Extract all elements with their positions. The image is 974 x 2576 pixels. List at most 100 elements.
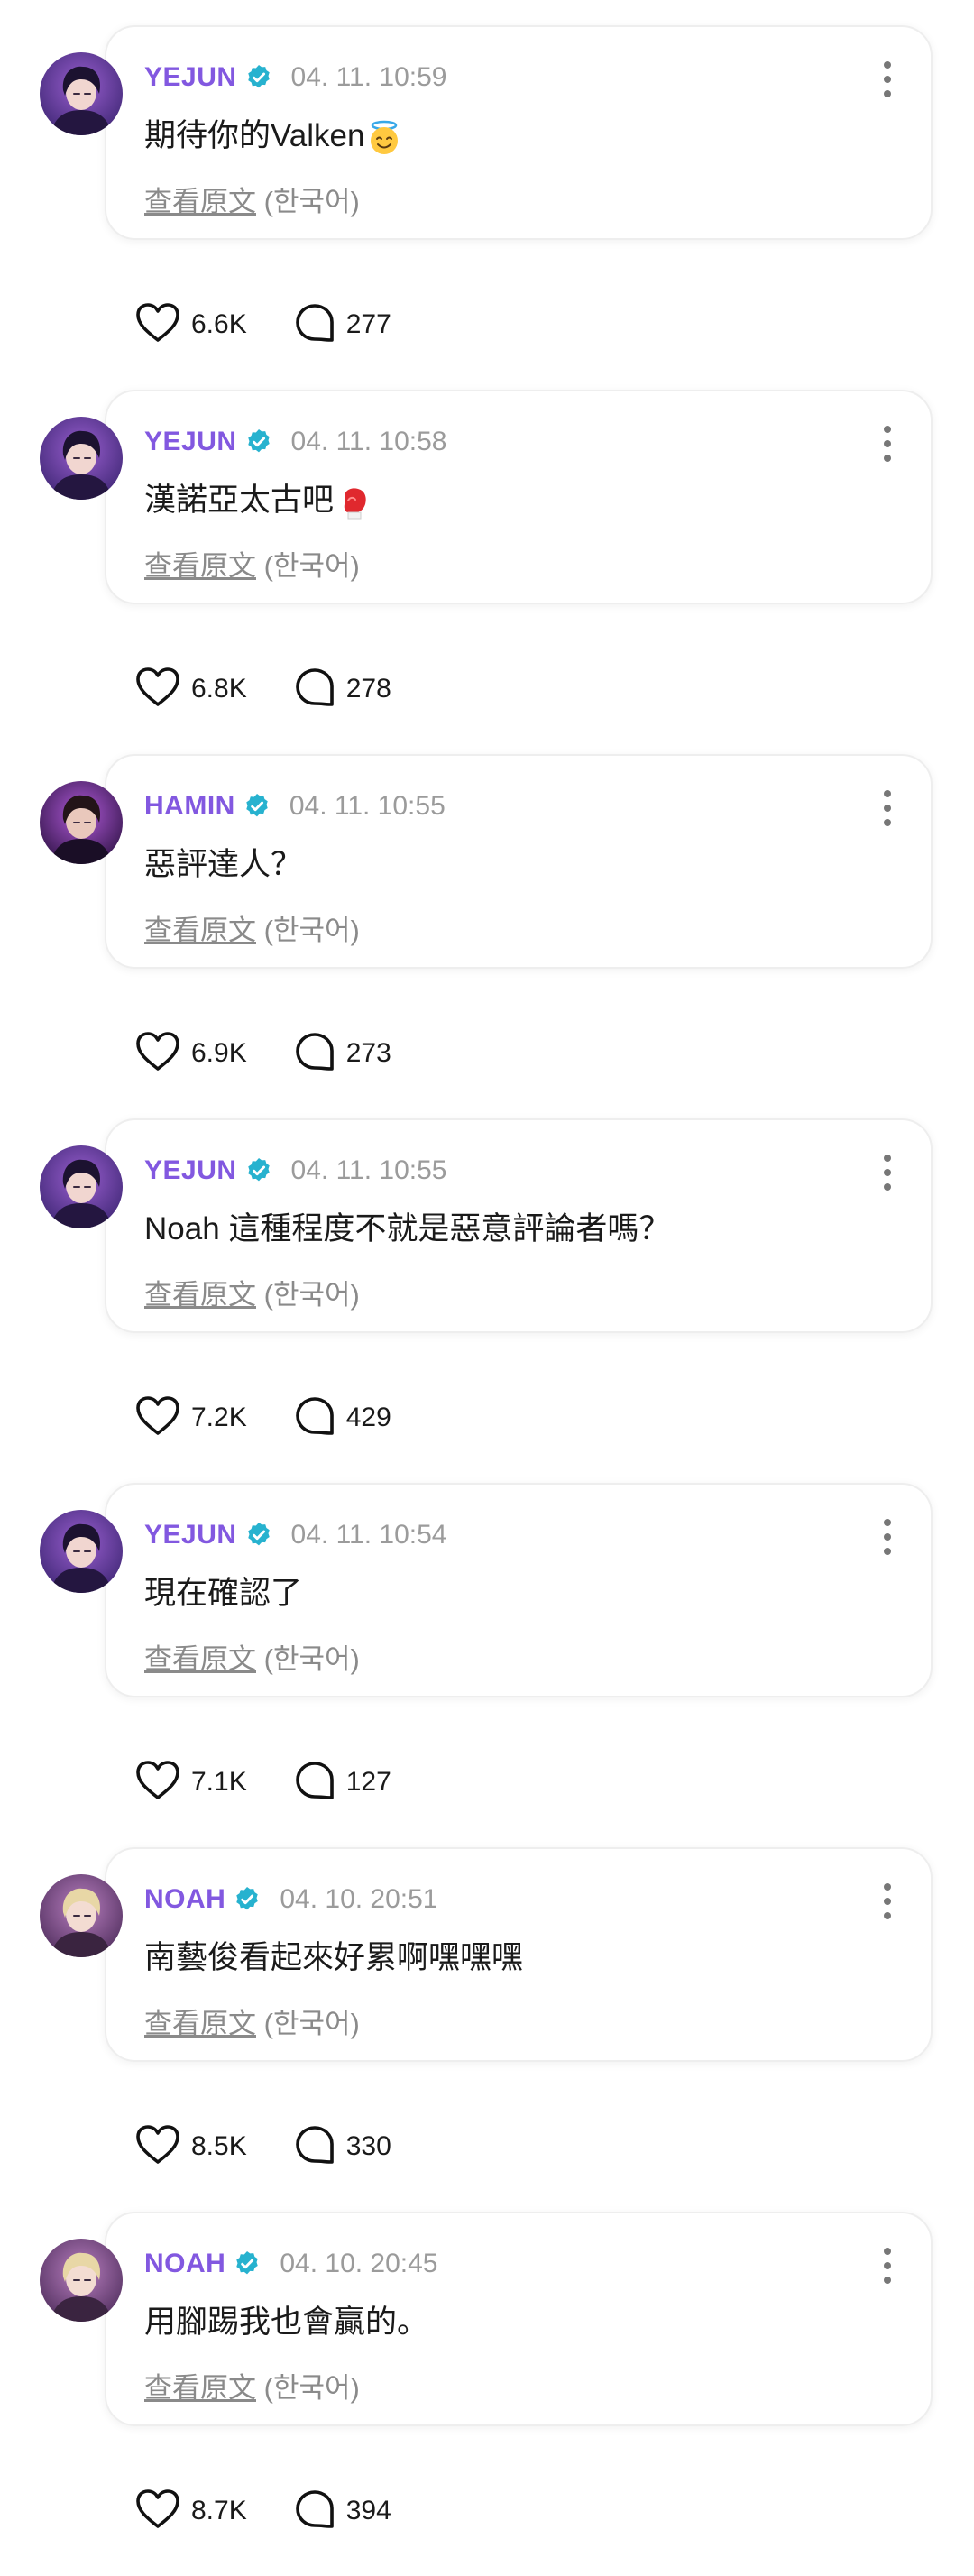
post-actions: 6.8K 278 (135, 662, 391, 716)
heart-icon (135, 1395, 180, 1441)
like-count: 8.5K (191, 2131, 247, 2161)
more-options-icon[interactable] (878, 61, 896, 97)
comment-bubble[interactable]: NOAH 04. 10. 20:51 南藝俊看起來好累啊嘿嘿嘿 查看原文 (한국… (105, 1847, 933, 2062)
comment-bubble[interactable]: YEJUN 04. 11. 10:54 現在確認了 查看原文 (한국어) (105, 1483, 933, 1697)
comment-post: NOAH 04. 10. 20:51 南藝俊看起來好累啊嘿嘿嘿 查看原文 (한국… (0, 1847, 974, 2212)
translation-info: 查看原文 (한국어) (144, 543, 360, 584)
username[interactable]: NOAH (144, 2249, 225, 2279)
username[interactable]: YEJUN (144, 1155, 237, 1186)
comment-text-content: 現在確認了 (144, 1576, 303, 1611)
like-button[interactable]: 6.9K (135, 1031, 247, 1077)
verified-badge-icon (244, 63, 273, 92)
username[interactable]: HAMIN (144, 791, 235, 822)
comment-text-content: 用腳踢我也會贏的。 (144, 2305, 429, 2340)
post-header: HAMIN 04. 11. 10:55 (144, 788, 446, 824)
avatar-yejun[interactable] (40, 1145, 123, 1228)
original-language-label: (한국어) (263, 1279, 360, 1311)
smiling-face-with-halo-emoji (366, 120, 402, 156)
comment-text: 惡評達人？ (144, 839, 302, 885)
view-original-link[interactable]: 查看原文 (144, 2372, 256, 2404)
reply-count: 278 (345, 674, 391, 704)
comment-bubble-icon (294, 1760, 335, 1806)
like-button[interactable]: 6.6K (135, 302, 247, 348)
comment-bubble[interactable]: HAMIN 04. 11. 10:55 惡評達人？ 查看原文 (한국어) (105, 754, 933, 969)
view-original-link[interactable]: 查看原文 (144, 186, 256, 217)
like-count: 6.6K (191, 309, 247, 339)
heart-icon (135, 667, 180, 713)
avatar-noah[interactable] (40, 1874, 123, 1957)
view-original-link[interactable]: 查看原文 (144, 550, 256, 582)
comment-text-content: 漢諾亞太古吧 (144, 483, 335, 518)
comment-bubble[interactable]: YEJUN 04. 11. 10:59 期待你的Valken 查看原文 (한국어… (105, 25, 933, 240)
like-count: 6.8K (191, 674, 247, 704)
comment-bubble[interactable]: NOAH 04. 10. 20:45 用腳踢我也會贏的。 查看原文 (한국어) (105, 2212, 933, 2426)
reply-count: 429 (345, 1403, 391, 1432)
username[interactable]: YEJUN (144, 427, 237, 457)
more-options-icon[interactable] (878, 2248, 896, 2284)
view-original-link[interactable]: 查看原文 (144, 915, 256, 946)
timestamp: 04. 10. 20:51 (280, 1884, 438, 1914)
more-options-icon[interactable] (878, 1155, 896, 1191)
more-options-icon[interactable] (878, 426, 896, 462)
avatar-hamin[interactable] (40, 781, 123, 864)
like-count: 6.9K (191, 1038, 247, 1068)
view-original-link[interactable]: 查看原文 (144, 1643, 256, 1675)
comment-post: YEJUN 04. 11. 10:59 期待你的Valken 查看原文 (한국어… (0, 25, 974, 390)
comment-bubble-icon (294, 2489, 335, 2535)
comment-text-content: Noah 這種程度不就是惡意評論者嗎？ (144, 1211, 671, 1247)
reply-button[interactable]: 394 (294, 2489, 391, 2535)
reply-button[interactable]: 330 (294, 2124, 391, 2170)
like-button[interactable]: 8.5K (135, 2124, 247, 2170)
like-button[interactable]: 8.7K (135, 2489, 247, 2535)
comment-text-content: 惡評達人？ (144, 847, 303, 882)
like-button[interactable]: 6.8K (135, 667, 247, 713)
post-actions: 6.9K 273 (135, 1026, 391, 1081)
post-header: YEJUN 04. 11. 10:54 (144, 1517, 446, 1553)
more-options-icon[interactable] (878, 790, 896, 826)
reply-button[interactable]: 127 (294, 1760, 391, 1806)
more-options-icon[interactable] (878, 1519, 896, 1555)
like-button[interactable]: 7.1K (135, 1760, 247, 1806)
verified-badge-icon (244, 1156, 273, 1185)
comment-post: YEJUN 04. 11. 10:55 Noah 這種程度不就是惡意評論者嗎？ … (0, 1118, 974, 1483)
username[interactable]: NOAH (144, 1884, 225, 1915)
comment-bubble-icon (294, 2124, 335, 2170)
view-original-link[interactable]: 查看原文 (144, 2008, 256, 2039)
translation-info: 查看原文 (한국어) (144, 2365, 360, 2406)
avatar-yejun[interactable] (40, 1510, 123, 1593)
original-language-label: (한국어) (263, 2372, 360, 2404)
timestamp: 04. 11. 10:58 (290, 427, 447, 456)
reply-count: 394 (345, 2496, 391, 2525)
avatar-noah[interactable] (40, 2239, 123, 2322)
more-options-icon[interactable] (878, 1883, 896, 1919)
post-header: NOAH 04. 10. 20:45 (144, 2246, 438, 2282)
post-header: YEJUN 04. 11. 10:59 (144, 60, 446, 96)
verified-badge-icon (243, 792, 271, 821)
translation-info: 查看原文 (한국어) (144, 1272, 360, 1312)
original-language-label: (한국어) (263, 1643, 360, 1675)
comment-bubble[interactable]: YEJUN 04. 11. 10:55 Noah 這種程度不就是惡意評論者嗎？ … (105, 1118, 933, 1333)
comment-text: 用腳踢我也會贏的。 (144, 2296, 428, 2342)
comment-post: YEJUN 04. 11. 10:54 現在確認了 查看原文 (한국어) 7.1… (0, 1483, 974, 1847)
avatar-yejun[interactable] (40, 52, 123, 135)
like-button[interactable]: 7.2K (135, 1395, 247, 1441)
avatar-yejun[interactable] (40, 417, 123, 500)
comment-post: YEJUN 04. 11. 10:58 漢諾亞太古吧 查看原文 (한국어) 6.… (0, 390, 974, 754)
reply-button[interactable]: 429 (294, 1395, 391, 1441)
reply-button[interactable]: 278 (294, 667, 391, 713)
reply-button[interactable]: 273 (294, 1031, 391, 1077)
reply-button[interactable]: 277 (294, 302, 391, 348)
comment-text: 現在確認了 (144, 1568, 302, 1614)
verified-badge-icon (244, 428, 273, 456)
username[interactable]: YEJUN (144, 1520, 237, 1550)
comment-bubble[interactable]: YEJUN 04. 11. 10:58 漢諾亞太古吧 查看原文 (한국어) (105, 390, 933, 604)
username[interactable]: YEJUN (144, 62, 237, 93)
post-actions: 8.7K 394 (135, 2484, 391, 2538)
view-original-link[interactable]: 查看原文 (144, 1279, 256, 1311)
reply-count: 330 (345, 2131, 391, 2161)
comment-text: 南藝俊看起來好累啊嘿嘿嘿 (144, 1932, 523, 1978)
verified-badge-icon (244, 1521, 273, 1550)
timestamp: 04. 10. 20:45 (280, 2249, 438, 2278)
original-language-label: (한국어) (263, 2008, 360, 2039)
translation-info: 查看原文 (한국어) (144, 1636, 360, 1677)
